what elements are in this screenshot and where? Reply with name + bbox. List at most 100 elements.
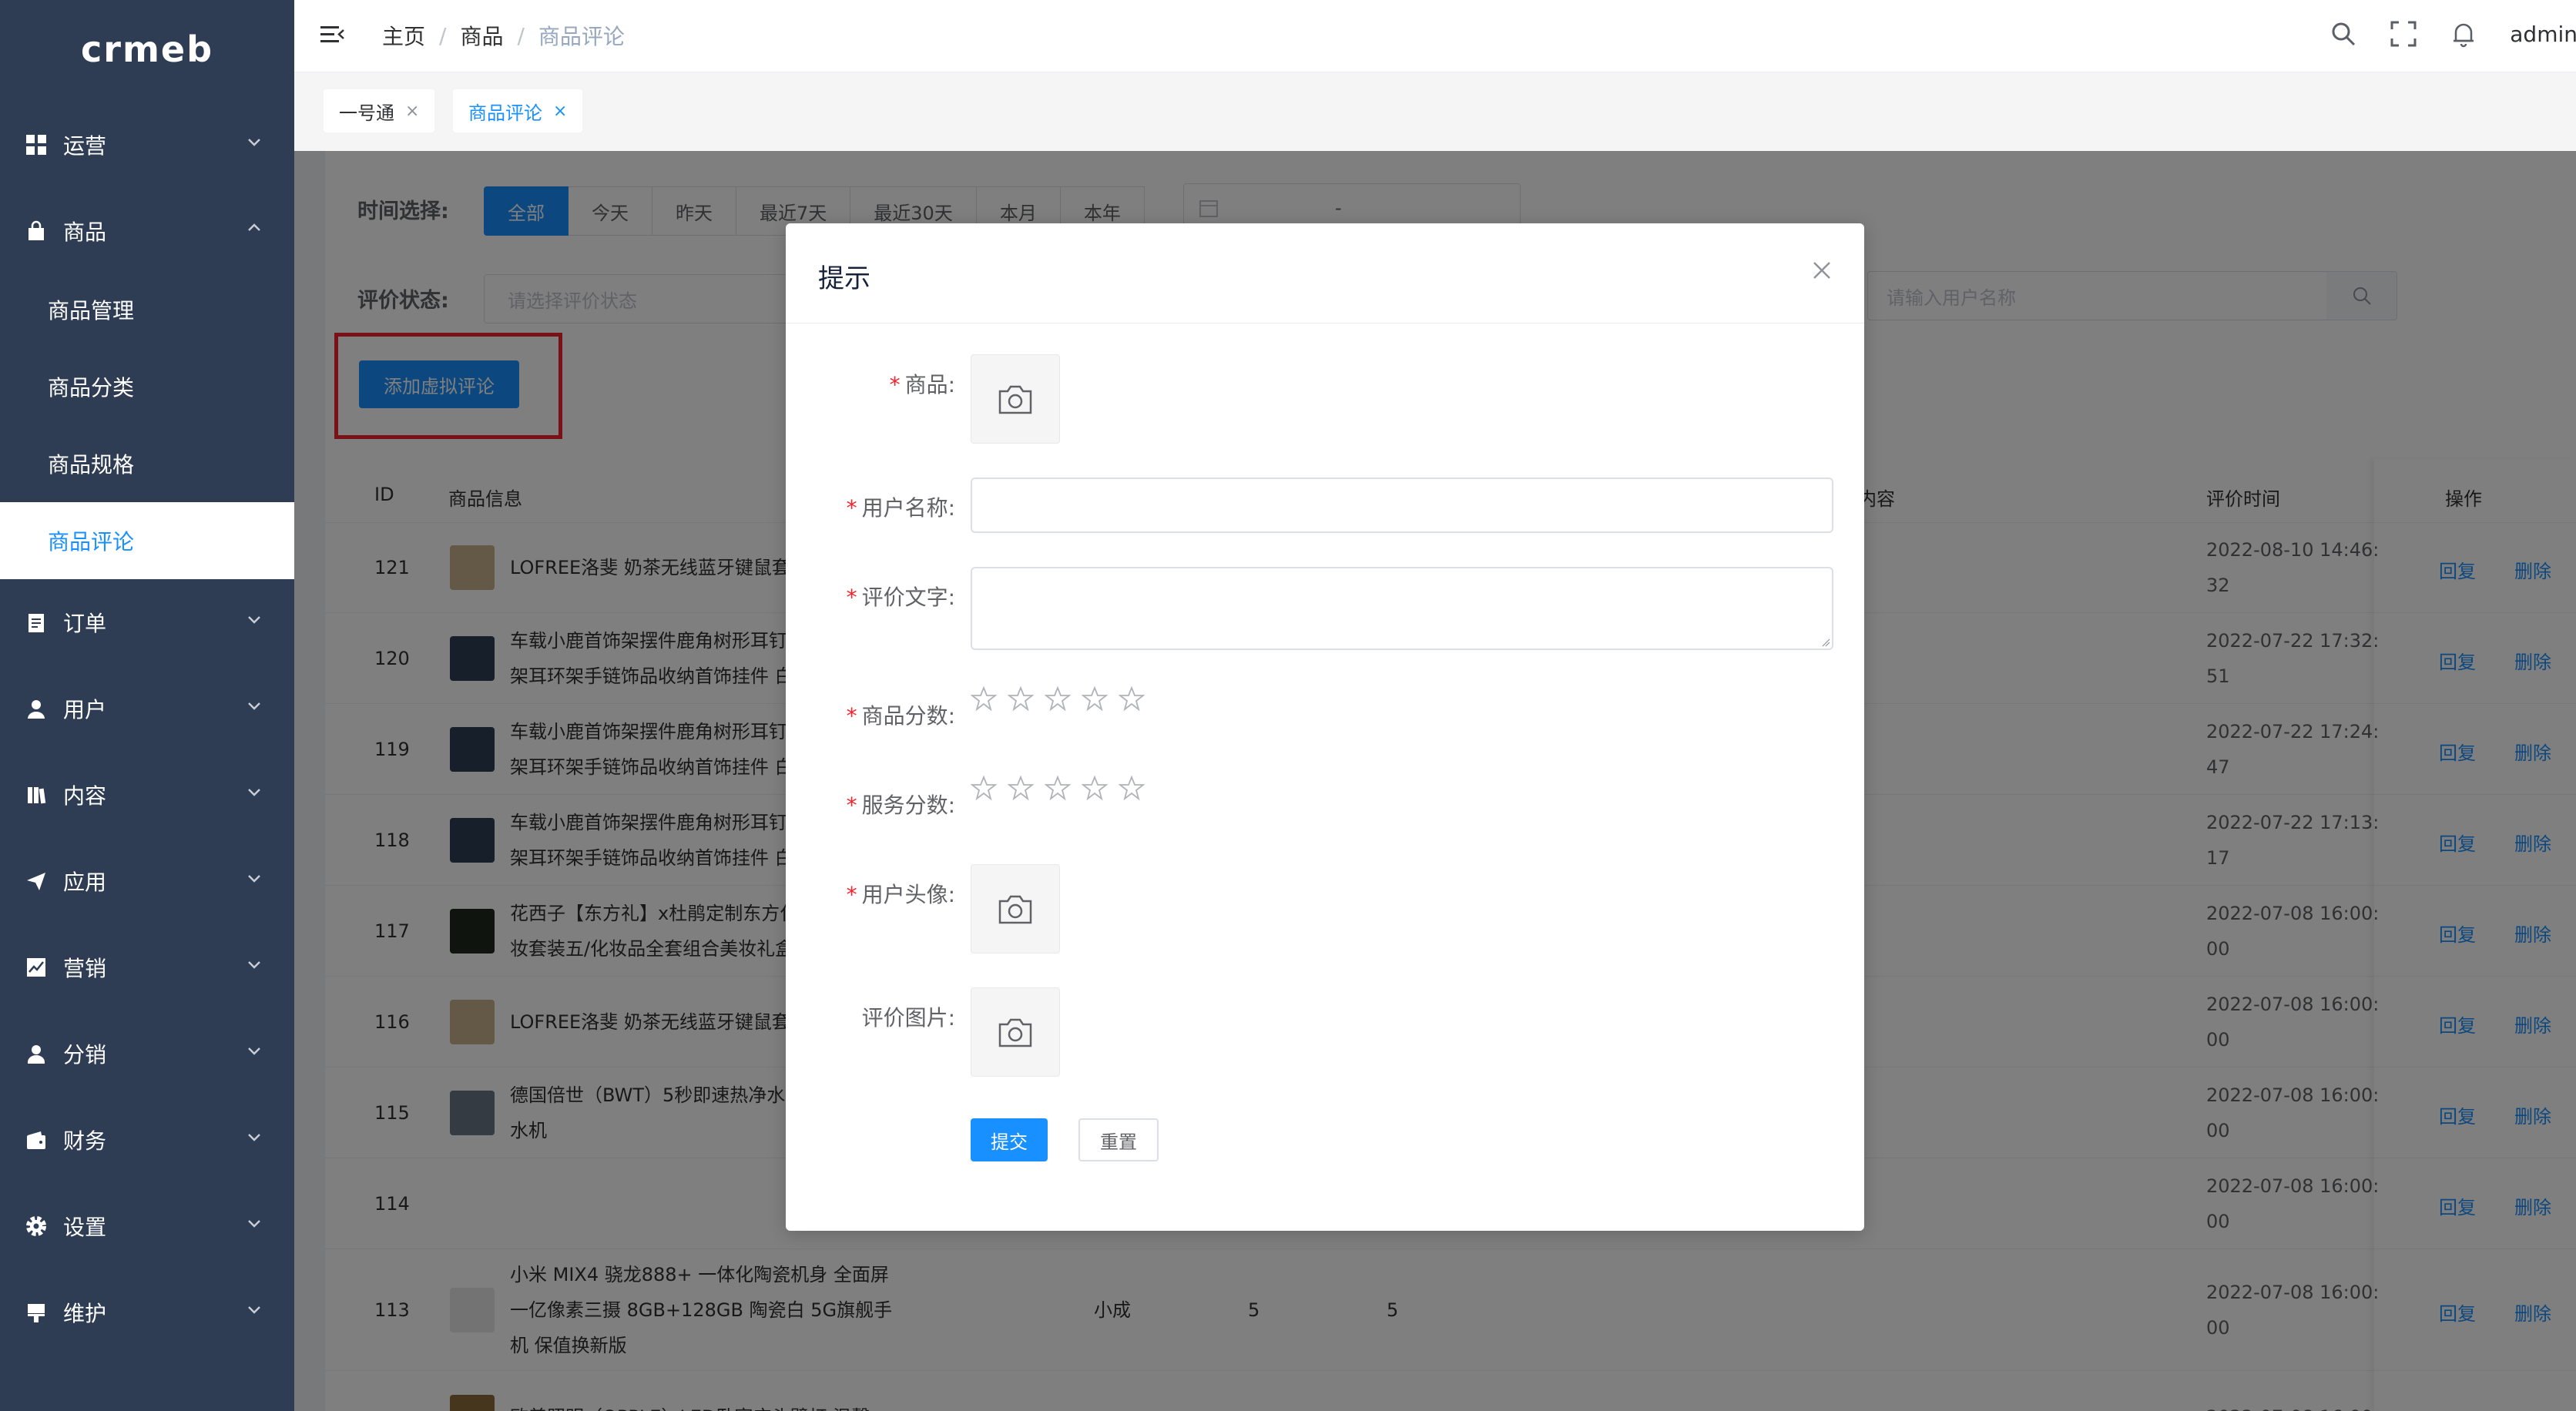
service-score-rating[interactable] xyxy=(971,775,1156,801)
add-review-dialog: 提示 * 商品: * 用户名称: * 评价文字: * 商品分数: * 服务分数: * 用户头… xyxy=(786,223,1864,1231)
close-icon[interactable] xyxy=(1810,259,1833,282)
chart-icon xyxy=(23,954,49,980)
menu-item-maintenance[interactable]: 维护 xyxy=(0,1269,294,1356)
tag-label: 一号通 xyxy=(339,102,394,124)
username-input[interactable] xyxy=(971,478,1833,533)
menu-item-distribution[interactable]: 分销 xyxy=(0,1010,294,1097)
star-icon[interactable] xyxy=(1119,775,1145,801)
search-icon[interactable] xyxy=(2329,20,2357,48)
bell-icon[interactable] xyxy=(2450,20,2477,48)
submenu-item-product-category[interactable]: 商品分类 xyxy=(0,348,294,425)
breadcrumb-products[interactable]: 商品 xyxy=(460,20,503,51)
avatar-field-label: * 用户头像: xyxy=(846,882,955,907)
user-name[interactable]: admin xyxy=(2510,22,2576,47)
chevron-down-icon xyxy=(248,139,260,146)
menu-item-finance[interactable]: 财务 xyxy=(0,1097,294,1183)
tag-yihaotong[interactable]: 一号通 × xyxy=(324,89,435,132)
send-icon xyxy=(23,868,49,894)
star-icon[interactable] xyxy=(1082,685,1108,712)
close-icon[interactable]: × xyxy=(553,102,567,121)
chevron-down-icon xyxy=(248,1047,260,1055)
star-icon[interactable] xyxy=(1045,775,1071,801)
reset-label: 重置 xyxy=(1100,1131,1137,1153)
menu-label: 订单 xyxy=(63,611,107,636)
menu-item-products[interactable]: 商品 xyxy=(0,188,294,274)
images-upload[interactable] xyxy=(971,987,1060,1077)
breadcrumb-home[interactable]: 主页 xyxy=(382,20,425,51)
top-header: 主页 / 商品 / 商品评论 admin xyxy=(294,0,2576,72)
tag-product-reviews[interactable]: 商品评论 × xyxy=(453,89,583,132)
menu-item-operations[interactable]: 运营 xyxy=(0,102,294,188)
star-icon[interactable] xyxy=(1082,775,1108,801)
breadcrumb-separator: / xyxy=(439,22,447,49)
submenu-label: 商品管理 xyxy=(48,298,135,323)
book-icon xyxy=(23,782,49,808)
menu-label: 分销 xyxy=(63,1042,107,1067)
submenu-item-product-reviews[interactable]: 商品评论 xyxy=(0,502,294,579)
menu-label: 营销 xyxy=(63,956,107,981)
tags-bar: 一号通 × 商品评论 × xyxy=(294,72,2576,151)
dialog-header: 提示 xyxy=(786,223,1864,323)
camera-icon xyxy=(998,895,1032,924)
submit-button[interactable]: 提交 xyxy=(971,1118,1048,1161)
logo-mark: crmeb xyxy=(81,28,213,70)
menu-label: 维护 xyxy=(63,1301,107,1326)
chevron-down-icon xyxy=(248,616,260,624)
product-upload[interactable] xyxy=(971,354,1060,444)
chevron-down-icon xyxy=(248,875,260,883)
clipboard-icon xyxy=(23,609,49,635)
comment-field-label: * 评价文字: xyxy=(846,585,955,610)
menu-item-orders[interactable]: 订单 xyxy=(0,579,294,665)
chevron-down-icon xyxy=(248,1220,260,1228)
submenu-label: 商品分类 xyxy=(48,375,135,401)
menu-label: 用户 xyxy=(63,697,107,722)
reset-button[interactable]: 重置 xyxy=(1078,1118,1159,1161)
svg-text:crmeb: crmeb xyxy=(81,28,213,70)
wallet-icon xyxy=(23,1127,49,1153)
username-field-label: * 用户名称: xyxy=(846,495,955,521)
product-score-label: * 商品分数: xyxy=(846,703,955,729)
star-icon[interactable] xyxy=(1008,775,1034,801)
camera-icon xyxy=(998,385,1032,414)
submenu-label: 商品评论 xyxy=(48,529,135,555)
dashboard-icon xyxy=(23,132,49,158)
menu-label: 设置 xyxy=(63,1215,107,1240)
chevron-down-icon xyxy=(248,961,260,969)
images-field-label: 评价图片: xyxy=(861,1005,955,1031)
submit-label: 提交 xyxy=(991,1131,1028,1153)
menu-label: 运营 xyxy=(63,133,107,159)
tag-label: 商品评论 xyxy=(468,102,542,124)
header-tools: admin xyxy=(2329,20,2576,48)
submenu-item-product-spec[interactable]: 商品规格 xyxy=(0,425,294,502)
menu-item-content[interactable]: 内容 xyxy=(0,752,294,838)
shopping-bag-icon xyxy=(23,218,49,244)
sidebar: crmeb 运营 商品 商品管理 商品分类 商品规格 商品评论 订单 用户 内容… xyxy=(0,0,294,1411)
menu-label: 财务 xyxy=(63,1128,107,1154)
menu-item-settings[interactable]: 设置 xyxy=(0,1183,294,1269)
service-score-label: * 服务分数: xyxy=(846,793,955,818)
chevron-down-icon xyxy=(248,702,260,710)
breadcrumb: 主页 / 商品 / 商品评论 xyxy=(382,20,625,51)
star-icon[interactable] xyxy=(971,685,997,712)
chevron-down-icon xyxy=(248,789,260,796)
menu-label: 内容 xyxy=(63,783,107,809)
fullscreen-icon[interactable] xyxy=(2390,20,2417,48)
breadcrumb-current: 商品评论 xyxy=(538,24,625,49)
resize-handle-icon[interactable] xyxy=(1821,638,1830,647)
avatar-upload[interactable] xyxy=(971,864,1060,954)
comment-textarea[interactable] xyxy=(971,567,1833,650)
product-score-rating[interactable] xyxy=(971,685,1156,712)
star-icon[interactable] xyxy=(971,775,997,801)
star-icon[interactable] xyxy=(1045,685,1071,712)
gear-icon xyxy=(23,1213,49,1239)
close-icon[interactable]: × xyxy=(405,102,419,121)
menu-item-marketing[interactable]: 营销 xyxy=(0,924,294,1010)
star-icon[interactable] xyxy=(1008,685,1034,712)
menu-item-users[interactable]: 用户 xyxy=(0,665,294,752)
submenu-item-product-management[interactable]: 商品管理 xyxy=(0,271,294,348)
dialog-title: 提示 xyxy=(818,263,870,294)
menu-item-apps[interactable]: 应用 xyxy=(0,838,294,924)
star-icon[interactable] xyxy=(1119,685,1145,712)
product-field-label: * 商品: xyxy=(889,372,955,397)
menu-toggle-icon[interactable] xyxy=(319,22,345,48)
